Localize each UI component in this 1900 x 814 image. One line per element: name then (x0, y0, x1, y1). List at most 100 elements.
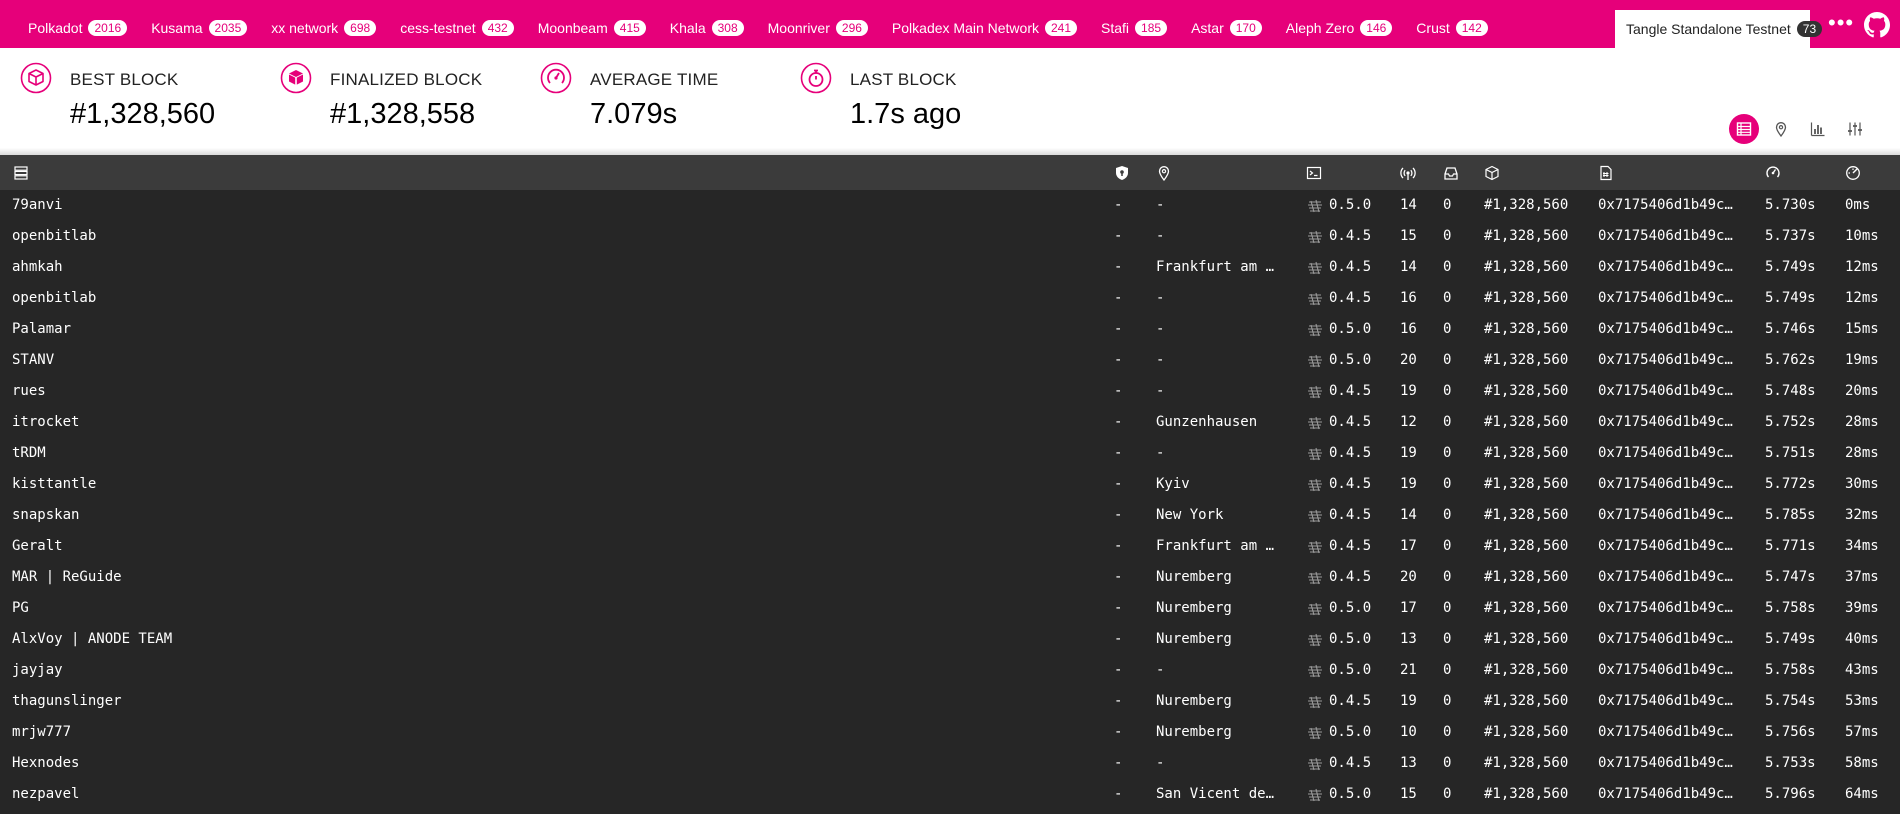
table-row[interactable]: rues - - 0.4.5 19 0 #1,328,560 0x7175406d1b49c…… (0, 376, 1900, 407)
propagation-icon[interactable] (1845, 165, 1861, 181)
implementation-logo-icon (1308, 788, 1322, 802)
node-name-cell: tRDM (12, 445, 46, 461)
table-row[interactable]: ahmkah - Frankfurt am … 0.4.5 14 0 #1,328,560 0… (0, 252, 1900, 283)
table-row[interactable]: Palamar - - 0.5.0 16 0 #1,328,560 0x7175406d1b4… (0, 314, 1900, 345)
implementation-logo-icon (1308, 478, 1322, 492)
block-cell: #1,328,560 (1484, 228, 1569, 244)
node-name-cell: thagunslinger (12, 693, 122, 709)
block-time-cell: 5.756s (1765, 724, 1816, 740)
block-hash-cell: 0x7175406d1b49c… (1598, 197, 1733, 213)
transactions-icon[interactable] (1443, 165, 1459, 181)
peers-cell: 20 (1400, 352, 1417, 368)
block-hash-cell: 0x7175406d1b49c… (1598, 383, 1733, 399)
table-row[interactable]: kisttantle - Kyiv 0.4.5 19 0 #1,328,560 0x71754… (0, 469, 1900, 500)
cube-filled-icon (280, 62, 312, 94)
table-row[interactable]: snapskan - New York 0.4.5 14 0 #1,328,560 0x717… (0, 500, 1900, 531)
block-hash-cell: 0x7175406d1b49c… (1598, 228, 1733, 244)
validator-cell: - (1114, 321, 1123, 337)
table-row[interactable]: 79anvi - - 0.5.0 14 0 #1,328,560 0x7175406d1b49… (0, 190, 1900, 221)
map-view-button[interactable] (1766, 114, 1796, 144)
implementation-icon[interactable] (1306, 165, 1322, 181)
view-switcher (1722, 114, 1870, 144)
implementation-logo-icon (1308, 726, 1322, 740)
chain-tab[interactable]: Khala 308 (658, 8, 756, 48)
table-row[interactable]: MAR | ReGuide - Nuremberg 0.4.5 20 0 #1,328,56… (0, 562, 1900, 593)
implementation-logo-icon (1308, 540, 1322, 554)
chain-tabs-bar: Polkadot 2016 Kusama 2035 xx network 698 cess-… (0, 0, 1900, 48)
table-row[interactable]: nezpavel - San Vicent de… 0.5.0 15 0 #1,328,56… (0, 779, 1900, 810)
block-hash-icon[interactable] (1598, 165, 1614, 181)
chain-tab[interactable]: Polkadot 2016 (16, 8, 139, 48)
block-time-cell: 5.749s (1765, 290, 1816, 306)
table-row[interactable]: openbitlab - - 0.4.5 15 0 #1,328,560 0x7175406d… (0, 221, 1900, 252)
block-cell: #1,328,560 (1484, 290, 1569, 306)
more-chains-icon[interactable]: ••• (1828, 12, 1856, 34)
transactions-cell: 0 (1443, 662, 1452, 678)
stopwatch-icon (800, 62, 832, 94)
list-view-button[interactable] (1729, 114, 1759, 144)
propagation-cell: 32ms (1845, 507, 1879, 523)
chain-tab[interactable]: Polkadex Main Network 241 (880, 8, 1089, 48)
chain-node-count-badge: 296 (835, 20, 868, 36)
stats-view-button[interactable] (1803, 114, 1833, 144)
chain-tab[interactable]: Stafi 185 (1089, 8, 1179, 48)
table-row[interactable]: tRDM - - 0.4.5 19 0 #1,328,560 0x7175406d1b49c…… (0, 438, 1900, 469)
chain-tab[interactable]: xx network 698 (259, 8, 388, 48)
block-icon[interactable] (1484, 165, 1500, 181)
validator-icon[interactable] (1114, 165, 1130, 181)
chain-tab[interactable]: Aleph Zero 146 (1274, 8, 1405, 48)
block-cell: #1,328,560 (1484, 414, 1569, 430)
version-cell: 0.4.5 (1329, 538, 1372, 554)
peers-cell: 14 (1400, 259, 1417, 275)
github-icon[interactable] (1864, 12, 1890, 38)
transactions-cell: 0 (1443, 414, 1452, 430)
implementation-logo-icon (1308, 230, 1322, 244)
chain-tab-label: xx network (271, 20, 339, 36)
validator-cell: - (1114, 476, 1123, 492)
chain-tab[interactable]: cess-testnet 432 (388, 8, 526, 48)
chain-node-count-badge: 415 (613, 20, 646, 36)
finalized-icon[interactable] (1765, 165, 1781, 181)
table-row[interactable]: AlxVoy | ANODE TEAM - Nuremberg 0.5.0 13 0 #1,… (0, 624, 1900, 655)
chain-tab[interactable]: Moonriver 296 (756, 8, 880, 48)
table-row[interactable]: jayjay - - 0.5.0 21 0 #1,328,560 0x7175406d1b49… (0, 655, 1900, 686)
table-row[interactable]: STANV - - 0.5.0 20 0 #1,328,560 0x7175406d1b49c… (0, 345, 1900, 376)
chain-tab[interactable]: Moonbeam 415 (526, 8, 658, 48)
table-row[interactable]: thagunslinger - Nuremberg 0.4.5 19 0 #1,328,56… (0, 686, 1900, 717)
validator-cell: - (1114, 755, 1123, 771)
block-cell: #1,328,560 (1484, 259, 1569, 275)
transactions-cell: 0 (1443, 290, 1452, 306)
location-icon[interactable] (1156, 165, 1172, 181)
peers-cell: 19 (1400, 693, 1417, 709)
table-row[interactable]: mrjw777 - Nuremberg 0.5.0 10 0 #1,328,560 0x717… (0, 717, 1900, 748)
chain-tab[interactable]: Crust 142 (1404, 8, 1499, 48)
best-block-label: BEST BLOCK (70, 70, 179, 89)
chain-tab-active[interactable]: Tangle Standalone Testnet 73 (1615, 10, 1823, 48)
propagation-cell: 30ms (1845, 476, 1879, 492)
block-hash-cell: 0x7175406d1b49c… (1598, 445, 1733, 461)
chain-node-count-badge: 308 (711, 20, 744, 36)
chain-tab[interactable]: Astar 170 (1179, 8, 1274, 48)
peers-icon[interactable] (1400, 165, 1416, 181)
location-cell: - (1156, 197, 1165, 213)
chain-tab[interactable]: Kusama 2035 (139, 8, 259, 48)
propagation-cell: 39ms (1845, 600, 1879, 616)
table-row[interactable]: Geralt - Frankfurt am … 0.4.5 17 0 #1,328,560 0… (0, 531, 1900, 562)
table-row[interactable]: PG - Nuremberg 0.5.0 17 0 #1,328,560 0x7175406d… (0, 593, 1900, 624)
list-view-icon (1736, 122, 1752, 136)
chain-tab-label: Astar (1191, 20, 1224, 36)
settings-button[interactable] (1840, 114, 1870, 144)
block-time-cell: 5.752s (1765, 414, 1816, 430)
transactions-cell: 0 (1443, 352, 1452, 368)
validator-cell: - (1114, 631, 1123, 647)
table-row[interactable]: itrocket - Gunzenhausen 0.4.5 12 0 #1,328,560 0… (0, 407, 1900, 438)
chain-tab-label: Khala (669, 20, 706, 36)
node-name-icon[interactable] (13, 165, 29, 181)
transactions-cell: 0 (1443, 569, 1452, 585)
validator-cell: - (1114, 414, 1123, 430)
table-row[interactable]: Hexnodes - - 0.4.5 13 0 #1,328,560 0x7175406d1b… (0, 748, 1900, 779)
peers-cell: 13 (1400, 631, 1417, 647)
version-cell: 0.4.5 (1329, 259, 1372, 275)
block-hash-cell: 0x7175406d1b49c… (1598, 724, 1733, 740)
table-row[interactable]: openbitlab - - 0.4.5 16 0 #1,328,560 0x7175406d… (0, 283, 1900, 314)
